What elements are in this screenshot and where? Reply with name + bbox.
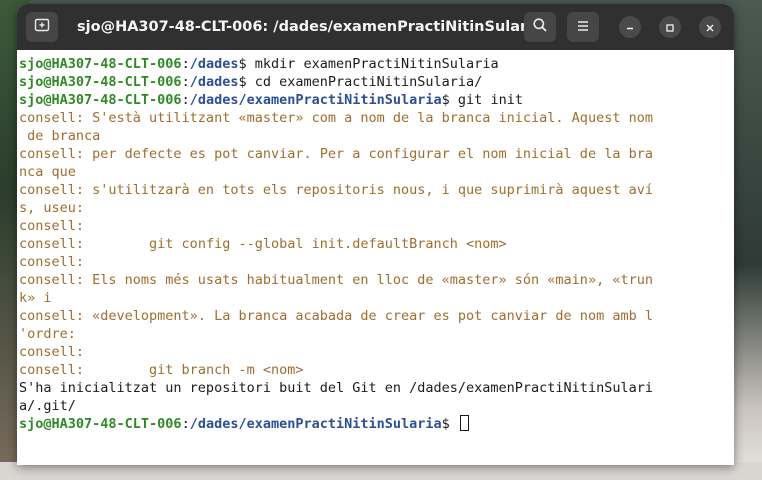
prompt-user-host: sjo@HA307-48-CLT-006 [19,56,182,72]
maximize-button[interactable] [659,16,681,38]
git-hint-text: consell: s'utilitzarà en tots els reposi… [19,182,653,198]
git-hint-text: de branca [19,128,101,144]
new-tab-icon [34,17,50,37]
terminal-line: de branca [19,127,724,145]
terminal-lines: sjo@HA307-48-CLT-006:/dades$ mkdir exame… [19,55,724,433]
git-hint-text: consell: [19,254,85,270]
git-hint-text: consell: S'està utilitzant «master» com … [19,110,653,126]
git-hint-text: consell: [19,344,85,360]
terminal-prompt-line: sjo@HA307-48-CLT-006:/dades/examenPracti… [19,415,724,433]
terminal-line: consell: S'està utilitzant «master» com … [19,109,724,127]
prompt-command: $ mkdir examenPractiNitinSularia [238,56,499,72]
git-hint-text: k» i [19,290,52,306]
prompt-path: /dades [189,74,239,90]
terminal-output[interactable]: sjo@HA307-48-CLT-006:/dades$ mkdir exame… [17,50,734,465]
terminal-window: sjo@HA307-48-CLT-006: /dades/examenPract… [17,4,734,465]
close-button[interactable] [699,16,721,38]
prompt-separator: : [181,56,190,72]
prompt-command: $ [441,416,458,432]
terminal-prompt-line: sjo@HA307-48-CLT-006:/dades/examenPracti… [19,91,724,109]
menu-button[interactable] [567,12,599,42]
window-title: sjo@HA307-48-CLT-006: /dades/examenPract… [77,19,542,35]
git-hint-text: consell: git config --global init.defaul… [19,236,507,252]
prompt-user-host: sjo@HA307-48-CLT-006 [19,416,182,432]
terminal-line: a/.git/ [19,397,724,415]
minimize-icon [625,18,635,37]
prompt-path: /dades/examenPractiNitinSularia [189,92,442,108]
terminal-line: consell: [19,217,724,235]
minimize-button[interactable] [619,16,641,38]
terminal-line: consell: [19,253,724,271]
terminal-line: 'ordre: [19,325,724,343]
git-hint-text: consell: «development». La branca acabad… [19,308,653,324]
terminal-prompt-line: sjo@HA307-48-CLT-006:/dades$ mkdir exame… [19,55,724,73]
close-icon [705,18,715,37]
search-icon [532,17,548,37]
prompt-path: /dades/examenPractiNitinSularia [189,416,442,432]
prompt-command: $ cd examenPractiNitinSularia/ [238,74,483,90]
git-hint-text: 'ordre: [19,326,76,342]
terminal-line: consell: s'utilitzarà en tots els reposi… [19,181,724,199]
git-hint-text: consell: [19,218,85,234]
terminal-line: nca que [19,163,724,181]
prompt-separator: : [181,74,190,90]
terminal-line: consell: «development». La branca acabad… [19,307,724,325]
title-bar[interactable]: sjo@HA307-48-CLT-006: /dades/examenPract… [17,4,734,50]
git-hint-text: consell: Els noms més usats habitualment… [19,272,653,288]
prompt-separator: : [181,416,190,432]
git-hint-text: nca que [19,164,76,180]
terminal-line: consell: Els noms més usats habitualment… [19,271,724,289]
new-tab-button[interactable] [26,12,58,42]
hamburger-menu-icon [576,18,590,37]
terminal-line: consell: [19,343,724,361]
terminal-line: s, useu: [19,199,724,217]
prompt-user-host: sjo@HA307-48-CLT-006 [19,74,182,90]
prompt-user-host: sjo@HA307-48-CLT-006 [19,92,182,108]
git-hint-text: consell: per defecte es pot canviar. Per… [19,146,653,162]
text-cursor [459,415,469,431]
prompt-path: /dades [189,56,239,72]
git-hint-text: consell: git branch -m <nom> [19,362,304,378]
output-text: S'ha inicialitzat un repositori buit del… [19,380,653,396]
terminal-line: consell: git config --global init.defaul… [19,235,724,253]
terminal-line: consell: git branch -m <nom> [19,361,724,379]
maximize-icon [665,18,675,37]
search-button[interactable] [524,12,556,42]
prompt-separator: : [181,92,190,108]
terminal-line: consell: per defecte es pot canviar. Per… [19,145,724,163]
terminal-line: k» i [19,289,724,307]
output-text: a/.git/ [19,398,76,414]
prompt-command: $ git init [441,92,523,108]
git-hint-text: s, useu: [19,200,85,216]
terminal-prompt-line: sjo@HA307-48-CLT-006:/dades$ cd examenPr… [19,73,724,91]
terminal-line: S'ha inicialitzat un repositori buit del… [19,379,724,397]
